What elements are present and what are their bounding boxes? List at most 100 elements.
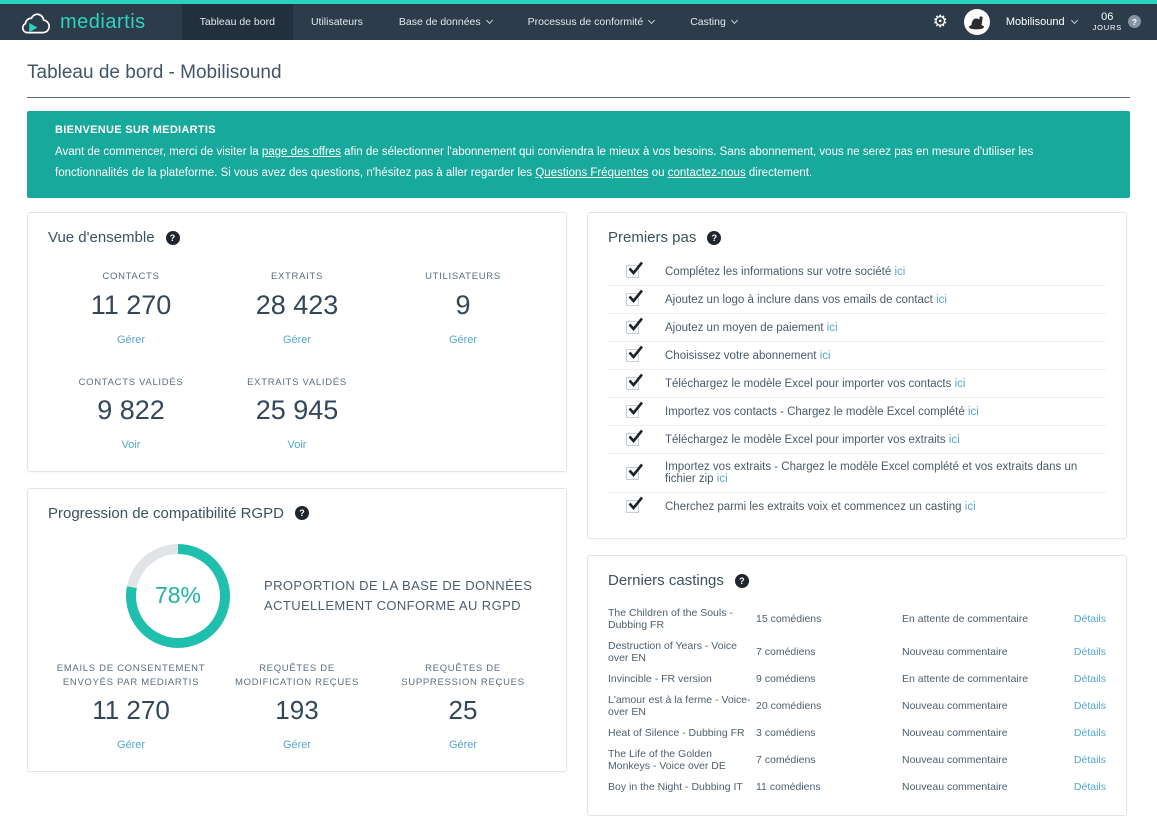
casting-status: Nouveau commentaire — [902, 781, 1052, 793]
ici-link[interactable]: ici — [820, 350, 831, 362]
contact-link[interactable]: contactez-nous — [668, 167, 746, 179]
details-link[interactable]: Détails — [1052, 646, 1106, 658]
rgpd-percent: 78% — [155, 582, 201, 609]
banner-segment: Avant de commencer, merci de visiter la — [55, 146, 262, 158]
left-column: Vue d'ensemble ? CONTACTS 11 270 Gérer E… — [27, 212, 567, 816]
details-link[interactable]: Détails — [1052, 727, 1106, 739]
casting-row: The Life of the Golden Monkeys - Voice o… — [608, 743, 1106, 776]
first-steps-list: Complétez les informations sur votre soc… — [608, 258, 1106, 520]
ici-link[interactable]: ici — [827, 322, 838, 334]
details-link[interactable]: Détails — [1052, 754, 1106, 766]
ici-link[interactable]: ici — [936, 294, 947, 306]
checked-checkbox-icon[interactable] — [626, 500, 639, 513]
brand-logo[interactable]: mediartis — [18, 4, 146, 40]
rgpd-donut: 78% — [126, 544, 230, 648]
help-icon[interactable]: ? — [1128, 15, 1141, 28]
stat-link[interactable]: Gérer — [117, 739, 145, 751]
stat-label: REQUÊTES DE MODIFICATION REÇUES — [214, 662, 380, 691]
details-link[interactable]: Détails — [1052, 673, 1106, 685]
checklist-label: Téléchargez le modèle Excel pour importe… — [665, 434, 946, 446]
stat-link[interactable]: Gérer — [283, 334, 311, 346]
checked-checkbox-icon[interactable] — [626, 265, 639, 278]
checklist-item: Choisissez votre abonnement ici — [608, 342, 1106, 370]
nav-processus-conformite[interactable]: Processus de conformité — [510, 4, 673, 40]
avatar[interactable] — [964, 9, 990, 35]
nav-casting[interactable]: Casting — [672, 4, 755, 40]
details-link[interactable]: Détails — [1052, 613, 1106, 625]
nav-base-de-donnees[interactable]: Base de données — [381, 4, 510, 40]
stat-value: 193 — [214, 695, 380, 726]
ici-link[interactable]: ici — [968, 406, 979, 418]
stat-label: UTILISATEURS — [380, 270, 546, 284]
ici-link[interactable]: ici — [965, 501, 976, 513]
checklist-text: Choisissez votre abonnement ici — [665, 350, 831, 362]
overview-title-row: Vue d'ensemble ? — [48, 229, 546, 246]
stat-link[interactable]: Gérer — [449, 334, 477, 346]
details-link[interactable]: Détails — [1052, 700, 1106, 712]
checklist-item: Importez vos contacts - Chargez le modèl… — [608, 398, 1106, 426]
stat-value: 9 822 — [48, 395, 214, 426]
stat-link[interactable]: Gérer — [283, 739, 311, 751]
stat-block: CONTACTS VALIDÉS 9 822 Voir — [48, 376, 214, 453]
ici-link[interactable]: ici — [717, 473, 728, 485]
help-icon[interactable]: ? — [707, 231, 721, 245]
checked-checkbox-icon[interactable] — [626, 377, 639, 390]
chevron-down-icon — [1071, 17, 1078, 24]
help-icon[interactable]: ? — [166, 231, 180, 245]
ici-link[interactable]: ici — [894, 266, 905, 278]
checked-checkbox-icon[interactable] — [626, 321, 639, 334]
casting-name: Destruction of Years - Voice over EN — [608, 640, 756, 664]
checked-checkbox-icon[interactable] — [626, 293, 639, 306]
nav-label: Casting — [690, 16, 726, 28]
stat-link[interactable]: Gérer — [449, 739, 477, 751]
checklist-label: Ajoutez un moyen de paiement — [665, 322, 824, 334]
ici-link[interactable]: ici — [949, 434, 960, 446]
casting-name: L'amour est à la ferme - Voice-over EN — [608, 694, 756, 718]
checklist-text: Cherchez parmi les extraits voix et comm… — [665, 501, 976, 513]
chevron-down-icon — [648, 17, 655, 24]
checked-checkbox-icon[interactable] — [626, 467, 639, 480]
banner-segment: directement. — [746, 167, 812, 179]
ici-link[interactable]: ici — [955, 378, 966, 390]
casting-name: The Life of the Golden Monkeys - Voice o… — [608, 748, 756, 772]
castings-table: The Children of the Souls - Dubbing FR 1… — [608, 602, 1106, 797]
stat-link[interactable]: Gérer — [117, 334, 145, 346]
casting-comedians-count: 7 comédiens — [756, 754, 902, 766]
casting-row: Invincible - FR version 9 comédiens En a… — [608, 668, 1106, 689]
rgpd-card: Progression de compatibilité RGPD ? 78% … — [27, 488, 567, 773]
checked-checkbox-icon[interactable] — [626, 433, 639, 446]
gear-icon[interactable]: ⚙ — [933, 14, 948, 31]
nav-label: Utilisateurs — [311, 16, 363, 28]
casting-status: Nouveau commentaire — [902, 700, 1052, 712]
stat-label: REQUÊTES DE SUPPRESSION REÇUES — [380, 662, 546, 691]
checklist-label: Complétez les informations sur votre soc… — [665, 266, 891, 278]
title-divider — [27, 97, 1130, 98]
faq-link[interactable]: Questions Fréquentes — [535, 167, 648, 179]
stat-link[interactable]: Voir — [288, 439, 307, 451]
checked-checkbox-icon[interactable] — [626, 405, 639, 418]
casting-row: L'amour est à la ferme - Voice-over EN 2… — [608, 689, 1106, 722]
details-link[interactable]: Détails — [1052, 781, 1106, 793]
checked-checkbox-icon[interactable] — [626, 349, 639, 362]
trial-days: 06 JOURS — [1093, 11, 1122, 32]
castings-card: Derniers castings ? The Children of the … — [587, 555, 1127, 816]
banner-title: BIENVENUE SUR MEDIARTIS — [55, 124, 1102, 136]
offers-link[interactable]: page des offres — [262, 146, 341, 158]
casting-status: En attente de commentaire — [902, 613, 1052, 625]
nav-utilisateurs[interactable]: Utilisateurs — [293, 4, 381, 40]
dashboard-grid: Vue d'ensemble ? CONTACTS 11 270 Gérer E… — [27, 212, 1130, 816]
casting-comedians-count: 11 comédiens — [756, 781, 902, 793]
checklist-item: Ajoutez un logo à inclure dans vos email… — [608, 286, 1106, 314]
account-menu[interactable]: Mobilisound — [1006, 16, 1077, 28]
stat-block: CONTACTS 11 270 Gérer — [48, 270, 214, 347]
stat-link[interactable]: Voir — [122, 439, 141, 451]
help-icon[interactable]: ? — [735, 574, 749, 588]
castings-title: Derniers castings — [608, 572, 724, 589]
trial-badge: 06 JOURS ? — [1093, 11, 1141, 32]
brand-name: mediartis — [60, 11, 146, 34]
help-icon[interactable]: ? — [295, 506, 309, 520]
stat-label: CONTACTS VALIDÉS — [48, 376, 214, 390]
nav-tableau-de-bord[interactable]: Tableau de bord — [182, 4, 293, 40]
checklist-text: Téléchargez le modèle Excel pour importe… — [665, 378, 965, 390]
checklist-text: Ajoutez un logo à inclure dans vos email… — [665, 294, 947, 306]
